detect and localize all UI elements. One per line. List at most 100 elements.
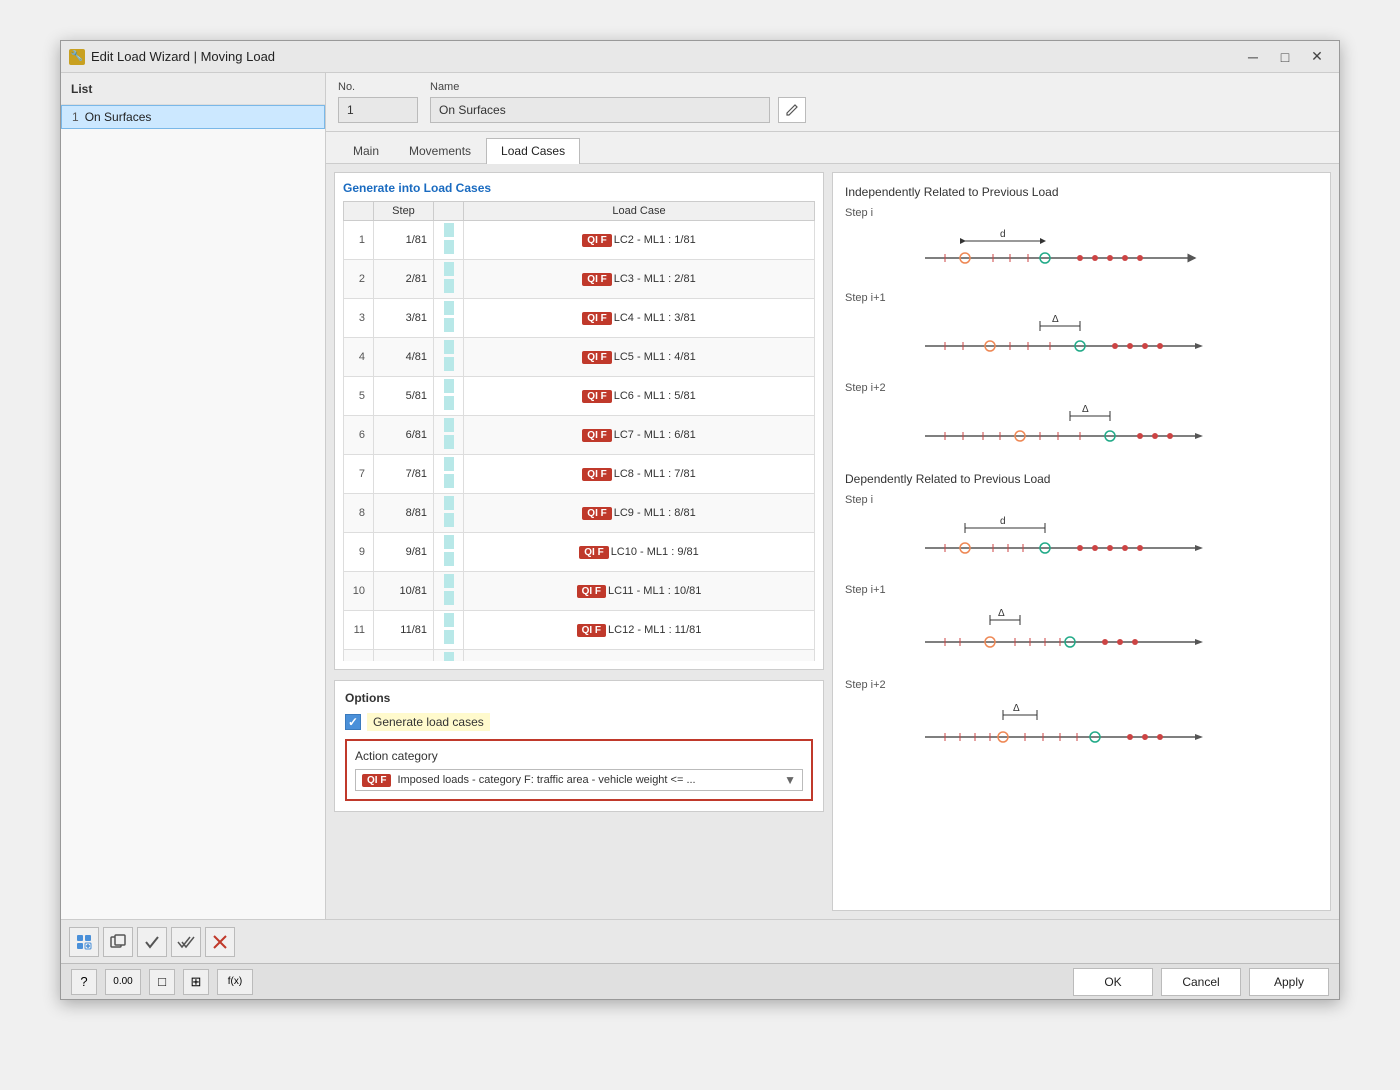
step-i1-label-dep: Step i+1: [845, 584, 1318, 596]
edit-icon: [785, 103, 799, 117]
title-bar: 🔧 Edit Load Wizard | Moving Load ─ □ ✕: [61, 41, 1339, 73]
diagram-svg-dep-i1: Δ: [845, 600, 1205, 660]
row-color: [434, 533, 464, 572]
row-step: 12/81: [374, 650, 434, 662]
no-label: No.: [338, 81, 418, 93]
bottom-toolbar: [61, 919, 1339, 963]
table-row: 8 8/81 QI FLC9 - ML1 : 8/81: [344, 494, 815, 533]
edit-name-button[interactable]: [778, 97, 806, 123]
add-icon: [75, 933, 93, 951]
diagram-svg-ind-i1: Δ: [845, 308, 1205, 363]
view-button[interactable]: □: [149, 969, 175, 995]
table-inner[interactable]: Step Load Case 1 1/81 QI FLC2 - ML1 : 1/…: [343, 201, 815, 661]
minimize-button[interactable]: ─: [1239, 46, 1267, 68]
row-lc: QI FLC4 - ML1 : 3/81: [464, 299, 815, 338]
qi-f-badge: QI F: [579, 546, 608, 559]
main-window: 🔧 Edit Load Wizard | Moving Load ─ □ ✕ L…: [60, 40, 1340, 1000]
ok-button[interactable]: OK: [1073, 968, 1153, 996]
action-dropdown[interactable]: QI F Imposed loads - category F: traffic…: [355, 769, 803, 791]
qi-f-badge: QI F: [582, 429, 611, 442]
row-num: 3: [344, 299, 374, 338]
step-i-label-ind: Step i: [845, 207, 1318, 219]
toolbar-left: [69, 927, 235, 957]
row-color: [434, 494, 464, 533]
row-num: 1: [344, 221, 374, 260]
duplicate-button[interactable]: [103, 927, 133, 957]
row-lc: QI FLC9 - ML1 : 8/81: [464, 494, 815, 533]
window-title: Edit Load Wizard | Moving Load: [91, 49, 275, 64]
detail-header: No. Name: [326, 73, 1339, 132]
check-button[interactable]: [137, 927, 167, 957]
table-row: 1 1/81 QI FLC2 - ML1 : 1/81: [344, 221, 815, 260]
table-button[interactable]: ⊞: [183, 969, 209, 995]
row-color: [434, 455, 464, 494]
svg-text:d: d: [1000, 516, 1006, 527]
row-step: 7/81: [374, 455, 434, 494]
delete-icon: [211, 933, 229, 951]
close-button[interactable]: ✕: [1303, 46, 1331, 68]
qi-f-badge: QI F: [582, 273, 611, 286]
qi-f-badge: QI F: [582, 390, 611, 403]
step-i2-label-ind: Step i+2: [845, 382, 1318, 394]
qi-f-badge: QI F: [582, 507, 611, 520]
tab-movements[interactable]: Movements: [394, 138, 486, 163]
delete-button[interactable]: [205, 927, 235, 957]
tab-content: Generate into Load Cases Step: [326, 164, 1339, 919]
row-lc: QI FLC2 - ML1 : 1/81: [464, 221, 815, 260]
list-item-number: 1: [72, 110, 79, 124]
table-container: Generate into Load Cases Step: [334, 172, 824, 911]
add-button[interactable]: [69, 927, 99, 957]
check-all-icon: [177, 933, 195, 951]
generate-checkbox[interactable]: ✓: [345, 714, 361, 730]
tab-load-cases[interactable]: Load Cases: [486, 138, 580, 164]
row-lc: QI FLC11 - ML1 : 10/81: [464, 572, 815, 611]
row-lc: QI FLC13 - ML1 : 12/81: [464, 650, 815, 662]
row-num: 8: [344, 494, 374, 533]
table-row: 12 12/81 QI FLC13 - ML1 : 12/81: [344, 650, 815, 662]
list-item[interactable]: 1 On Surfaces: [61, 105, 325, 129]
app-icon: 🔧: [69, 49, 85, 65]
maximize-button[interactable]: □: [1271, 46, 1299, 68]
table-row: 11 11/81 QI FLC12 - ML1 : 11/81: [344, 611, 815, 650]
diagram-svg-dep-i: d: [845, 510, 1205, 565]
diagram-svg-dep-i2: Δ: [845, 695, 1205, 755]
formula-button[interactable]: f(x): [217, 969, 253, 995]
qi-badge: QI F: [362, 774, 391, 787]
row-num: 2: [344, 260, 374, 299]
svg-text:Δ: Δ: [998, 608, 1005, 619]
svg-text:Δ: Δ: [1082, 404, 1089, 415]
value-button[interactable]: 0.00: [105, 969, 141, 995]
row-step: 6/81: [374, 416, 434, 455]
row-step: 2/81: [374, 260, 434, 299]
row-color: [434, 416, 464, 455]
no-input[interactable]: [338, 97, 418, 123]
col-num: [344, 202, 374, 221]
row-color: [434, 299, 464, 338]
row-step: 5/81: [374, 377, 434, 416]
col-load-case: Load Case: [464, 202, 815, 221]
table-row: 6 6/81 QI FLC7 - ML1 : 6/81: [344, 416, 815, 455]
name-field-group: Name: [430, 81, 806, 123]
generate-title: Generate into Load Cases: [343, 181, 815, 195]
row-num: 5: [344, 377, 374, 416]
apply-button[interactable]: Apply: [1249, 968, 1329, 996]
row-step: 9/81: [374, 533, 434, 572]
help-button[interactable]: ?: [71, 969, 97, 995]
table-row: 5 5/81 QI FLC6 - ML1 : 5/81: [344, 377, 815, 416]
row-color: [434, 611, 464, 650]
cancel-button[interactable]: Cancel: [1161, 968, 1241, 996]
row-num: 11: [344, 611, 374, 650]
row-lc: QI FLC8 - ML1 : 7/81: [464, 455, 815, 494]
list-header: List: [61, 73, 325, 105]
row-step: 10/81: [374, 572, 434, 611]
qi-f-badge: QI F: [582, 351, 611, 364]
tabs-row: Main Movements Load Cases: [326, 132, 1339, 164]
row-lc: QI FLC7 - ML1 : 6/81: [464, 416, 815, 455]
check-all-button[interactable]: [171, 927, 201, 957]
step-i2-label-dep: Step i+2: [845, 679, 1318, 691]
tab-main[interactable]: Main: [338, 138, 394, 163]
row-lc: QI FLC12 - ML1 : 11/81: [464, 611, 815, 650]
table-row: 3 3/81 QI FLC4 - ML1 : 3/81: [344, 299, 815, 338]
row-num: 6: [344, 416, 374, 455]
name-input[interactable]: [430, 97, 770, 123]
